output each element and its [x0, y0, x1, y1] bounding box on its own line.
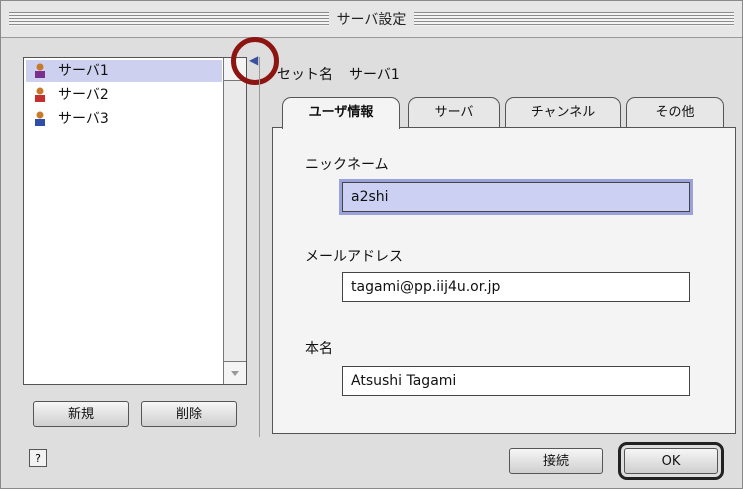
tab-other[interactable]: その他: [626, 97, 724, 127]
user-icon: [35, 111, 45, 126]
server-list-item-label: サーバ2: [58, 87, 109, 103]
delete-button[interactable]: 削除: [141, 401, 237, 427]
user-icon: [35, 63, 45, 78]
scroll-down-button[interactable]: [224, 361, 246, 384]
help-icon[interactable]: ?: [29, 449, 47, 467]
user-info-panel: ニックネーム a2shi メールアドレス tagami@pp.iij4u.or.…: [272, 127, 736, 434]
set-name-value: サーバ1: [349, 67, 400, 83]
new-button[interactable]: 新規: [33, 401, 129, 427]
server-list-item-label: サーバ3: [58, 111, 109, 127]
tab-channel[interactable]: チャンネル: [505, 97, 621, 127]
tab-server[interactable]: サーバ: [408, 97, 500, 127]
nickname-label: ニックネーム: [305, 157, 389, 173]
set-name: セット名 サーバ1: [277, 64, 400, 84]
email-field[interactable]: tagami@pp.iij4u.or.jp: [342, 272, 690, 302]
scroll-up-button[interactable]: [224, 58, 246, 81]
tab-user-info[interactable]: ユーザ情報: [282, 97, 400, 129]
title-bar[interactable]: サーバ設定: [1, 1, 742, 38]
window-title: サーバ設定: [1, 9, 742, 29]
connect-button[interactable]: 接続: [509, 448, 603, 474]
pane-divider[interactable]: [259, 57, 260, 437]
realname-field[interactable]: Atsushi Tagami: [342, 366, 690, 396]
collapse-arrow-icon[interactable]: ◀: [249, 53, 258, 67]
server-list-item-label: サーバ1: [58, 63, 109, 79]
ok-button[interactable]: OK: [624, 448, 718, 474]
user-icon: [35, 87, 45, 102]
realname-label: 本名: [305, 341, 333, 357]
server-list[interactable]: サーバ1 サーバ2 サーバ3: [23, 57, 247, 385]
nickname-field[interactable]: a2shi: [339, 179, 693, 215]
server-list-item-3[interactable]: サーバ3: [26, 108, 222, 130]
email-label: メールアドレス: [305, 249, 403, 265]
set-name-label: セット名: [277, 67, 333, 83]
server-settings-window: サーバ設定 サーバ1 サーバ2 サーバ3 新規 削除 ◀ セット名 サーバ1 ユー…: [0, 0, 743, 489]
server-list-item-1[interactable]: サーバ1: [26, 60, 222, 82]
list-scrollbar[interactable]: [223, 58, 246, 384]
server-list-item-2[interactable]: サーバ2: [26, 84, 222, 106]
